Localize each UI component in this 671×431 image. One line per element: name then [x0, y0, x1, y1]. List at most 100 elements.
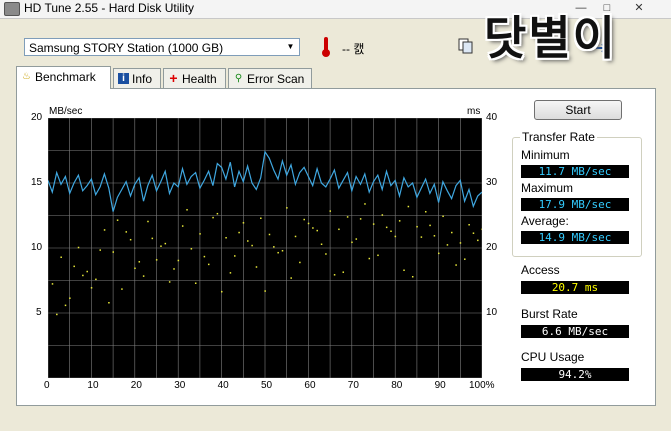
chevron-down-icon[interactable]: ▼ — [284, 41, 297, 53]
burst-rate-value: 6.6 MB/sec — [521, 325, 629, 338]
access-time-point — [468, 224, 470, 226]
access-time-point — [164, 242, 167, 245]
gauge-icon: ♨ — [22, 71, 31, 82]
access-time-point — [290, 277, 292, 279]
access-time-point — [359, 218, 362, 220]
x-tick-label: 100% — [469, 380, 495, 391]
access-time-point — [112, 251, 114, 253]
access-value: 20.7 ms — [521, 281, 629, 294]
access-time-point — [464, 258, 466, 260]
average-label: Average: — [521, 214, 569, 228]
access-time-point — [160, 245, 162, 247]
access-time-point — [364, 203, 366, 205]
access-time-point — [177, 259, 180, 262]
access-time-point — [424, 211, 427, 213]
right-tick-label: 40 — [486, 112, 498, 123]
tab-label: Health — [182, 72, 217, 86]
burst-rate-label: Burst Rate — [521, 307, 578, 321]
access-time-point — [99, 249, 101, 251]
access-time-point — [199, 233, 201, 235]
access-time-point — [190, 248, 193, 250]
access-time-point — [307, 222, 310, 225]
access-time-point — [264, 290, 266, 292]
tab-health[interactable]: + Health — [163, 68, 226, 88]
transfer-rate-title: Transfer Rate — [520, 130, 597, 144]
access-time-point — [303, 218, 305, 221]
start-button[interactable]: Start — [534, 100, 622, 120]
access-time-point — [260, 217, 262, 219]
access-time-point — [212, 216, 214, 219]
access-time-point — [294, 235, 297, 238]
access-time-point — [86, 270, 88, 273]
access-time-point — [216, 212, 219, 215]
access-time-point — [73, 265, 75, 268]
access-time-point — [325, 253, 327, 255]
access-time-point — [186, 209, 188, 211]
access-time-point — [125, 231, 128, 233]
cpu-usage-value: 94.2% — [521, 368, 629, 381]
tab-info[interactable]: i Info — [113, 68, 161, 88]
left-tick-label: 20 — [31, 112, 43, 123]
drive-select-value: Samsung STORY Station (1000 GB) — [29, 41, 224, 55]
access-time-point — [247, 240, 249, 242]
access-label: Access — [521, 263, 560, 277]
access-time-point — [329, 210, 331, 212]
access-time-point — [368, 257, 371, 260]
access-time-point — [442, 215, 444, 218]
access-time-point — [333, 274, 336, 276]
right-axis-unit: ms — [467, 106, 481, 117]
x-tick-label: 30 — [174, 380, 186, 391]
access-time-point — [234, 255, 236, 257]
access-time-point — [355, 238, 358, 240]
access-time-point — [238, 231, 240, 234]
minimum-label: Minimum — [521, 148, 570, 162]
x-tick-label: 40 — [217, 380, 229, 391]
access-time-point — [142, 275, 145, 277]
access-time-point — [194, 282, 197, 284]
tab-error-scan[interactable]: ⚲ Error Scan — [228, 68, 312, 88]
close-button[interactable]: ✕ — [626, 0, 652, 16]
access-time-point — [346, 216, 349, 218]
x-tick-label: 80 — [391, 380, 403, 391]
access-time-point — [320, 243, 323, 245]
x-tick-label: 10 — [87, 380, 99, 391]
access-time-point — [438, 252, 440, 255]
right-tick-label: 20 — [486, 242, 498, 253]
tab-label: Info — [132, 72, 153, 86]
average-value: 14.9 MB/sec — [521, 231, 629, 244]
access-time-point — [416, 225, 418, 228]
right-tick-label: 30 — [486, 177, 498, 188]
access-time-point — [273, 246, 275, 248]
access-time-point — [451, 231, 453, 234]
access-time-point — [316, 229, 318, 232]
access-time-point — [385, 226, 388, 229]
thermometer-icon — [322, 37, 330, 57]
access-time-point — [64, 304, 67, 307]
access-time-point — [420, 236, 423, 238]
access-time-point — [255, 266, 258, 268]
drive-select[interactable]: Samsung STORY Station (1000 GB) ▼ — [24, 38, 300, 56]
watermark-text: 닷별이 — [484, 11, 617, 65]
access-time-point — [103, 229, 106, 231]
access-time-point — [459, 242, 462, 244]
access-time-point — [181, 225, 184, 227]
right-tick-label: 10 — [486, 307, 498, 318]
window-title: HD Tune 2.55 - Hard Disk Utility — [24, 1, 195, 15]
access-time-point — [168, 281, 171, 283]
access-time-point — [281, 250, 284, 252]
tab-benchmark[interactable]: ♨ Benchmark — [16, 66, 111, 89]
access-time-point — [203, 255, 206, 258]
copy-icon[interactable] — [458, 38, 474, 54]
access-time-point — [407, 205, 410, 208]
access-time-point — [277, 251, 279, 254]
access-time-point — [477, 239, 479, 242]
access-time-point — [429, 224, 431, 227]
left-tick-label: 15 — [31, 177, 43, 188]
access-time-point — [56, 313, 58, 316]
access-time-point — [155, 259, 158, 261]
maximum-value: 17.9 MB/sec — [521, 198, 629, 211]
access-time-point — [299, 261, 301, 264]
x-tick-label: 50 — [261, 380, 273, 391]
access-time-point — [411, 276, 414, 278]
access-time-point — [286, 207, 288, 209]
